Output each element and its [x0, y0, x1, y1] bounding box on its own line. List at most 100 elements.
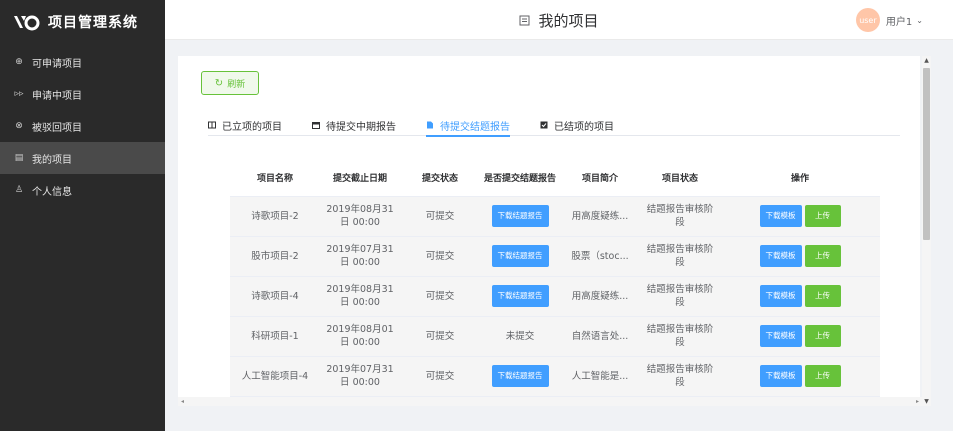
- report-cell: 下载结题报告: [480, 276, 560, 317]
- sidebar-item-my-projects[interactable]: ▤ 我的项目: [0, 142, 165, 174]
- actions-cell: 下载模板 上传: [720, 276, 880, 317]
- sidebar-item-label: 我的项目: [32, 154, 72, 166]
- deadline: 2019年08月31日 00:00: [320, 276, 400, 317]
- document-icon: ▤: [14, 153, 24, 163]
- sidebar-item-rejected-projects[interactable]: ⊗ 被驳回项目: [0, 110, 165, 142]
- download-template-button[interactable]: 下载模板: [759, 365, 802, 387]
- deadline: 2019年08月31日 00:00: [320, 196, 400, 237]
- project-name: 科研项目-1: [230, 316, 320, 357]
- table-row: 诗歌项目-4 2019年08月31日 00:00 可提交 下载结题报告 用高度疑…: [230, 276, 880, 317]
- deadline: 2019年07月31日 00:00: [320, 236, 400, 277]
- calendar-icon: [312, 122, 320, 129]
- report-cell: 下载结题报告: [480, 196, 560, 237]
- column-header: 是否提交结题报告: [480, 162, 560, 197]
- download-report-button[interactable]: 下载结题报告: [491, 205, 549, 227]
- tab-midterm-report[interactable]: 待提交中期报告: [312, 114, 396, 136]
- project-name: 股市项目-2: [230, 236, 320, 277]
- scroll-up-arrow-icon[interactable]: ▲: [922, 56, 931, 65]
- avatar: user: [855, 8, 880, 32]
- project-name: 诗歌项目-4: [230, 276, 320, 317]
- page-title-text: 我的项目: [538, 11, 599, 30]
- tab-completed-projects[interactable]: 已结项的项目: [540, 114, 614, 136]
- sidebar-item-label: 个人信息: [32, 186, 72, 198]
- column-header: 提交截止日期: [320, 162, 400, 197]
- scroll-down-arrow-icon[interactable]: ▼: [922, 397, 931, 406]
- project-state: 结题报告审核阶段: [640, 316, 720, 357]
- download-template-button[interactable]: 下载模板: [759, 325, 802, 347]
- fast-forward-icon: ▹▹: [14, 89, 24, 99]
- main-panel: ↻ 刷新 已立项的项目 待提交中期报告 待提交结题报告 已结项的项目 项目名称 …: [178, 56, 920, 406]
- table-row: 诗歌项目-2 2019年08月31日 00:00 可提交 下载结题报告 用高度疑…: [230, 196, 880, 237]
- intro-text: 股票（stoc...: [571, 250, 629, 262]
- tab-established-projects[interactable]: 已立项的项目: [208, 114, 282, 136]
- upload-button[interactable]: 上传: [804, 325, 841, 347]
- tab-label: 待提交结题报告: [440, 121, 510, 133]
- vertical-scrollbar[interactable]: ▲ ▼: [922, 56, 931, 406]
- intro-text: 人工智能是...: [571, 370, 629, 382]
- page-title: 我的项目: [165, 0, 953, 40]
- project-intro: 人工智能是...: [560, 356, 640, 397]
- project-state: 结题报告审核阶段: [640, 196, 720, 237]
- sidebar-menu: ⊕ 可申请项目 ▹▹ 申请中项目 ⊗ 被驳回项目 ▤ 我的项目 ♙ 个人信息: [0, 46, 165, 206]
- download-template-button[interactable]: 下载模板: [759, 205, 802, 227]
- upload-button[interactable]: 上传: [804, 365, 841, 387]
- plus-circle-icon: ⊕: [15, 57, 23, 67]
- sidebar-item-label: 申请中项目: [32, 90, 82, 102]
- chevron-down-icon: ⌄: [916, 15, 923, 25]
- sidebar-item-pending-projects[interactable]: ▹▹ 申请中项目: [0, 78, 165, 110]
- sidebar-item-label: 可申请项目: [32, 58, 82, 70]
- download-report-button[interactable]: 下载结题报告: [491, 245, 549, 267]
- actions-cell: 下载模板 上传: [720, 356, 880, 397]
- project-intro: 用高度疑练...: [560, 276, 640, 317]
- project-intro: 股票（stoc...: [560, 236, 640, 277]
- sidebar-item-personal-info[interactable]: ♙ 个人信息: [0, 174, 165, 206]
- submit-status: 可提交: [400, 196, 480, 237]
- deadline: 2019年07月31日 00:00: [320, 356, 400, 397]
- app-logo: 项目管理系统: [12, 12, 138, 32]
- actions-cell: 下载模板 上传: [720, 236, 880, 277]
- checkbox-icon: [540, 121, 548, 129]
- table-row: 人工智能项目-4 2019年07月31日 00:00 可提交 下载结题报告 人工…: [230, 356, 880, 397]
- download-report-button[interactable]: 下载结题报告: [491, 365, 549, 387]
- intro-text: 用高度疑练...: [571, 210, 629, 222]
- person-icon: ♙: [14, 185, 24, 195]
- tab-final-report[interactable]: 待提交结题报告: [426, 114, 510, 137]
- upload-button[interactable]: 上传: [804, 205, 841, 227]
- report-cell: 下载结题报告: [480, 356, 560, 397]
- refresh-label: 刷新: [227, 79, 246, 90]
- actions-cell: 下载模板 上传: [720, 316, 880, 357]
- scroll-right-arrow-icon[interactable]: ▸: [913, 397, 922, 406]
- app-title: 项目管理系统: [48, 15, 138, 31]
- scrollbar-thumb[interactable]: [923, 68, 930, 240]
- tab-label: 待提交中期报告: [326, 121, 396, 133]
- scroll-left-arrow-icon[interactable]: ◂: [178, 397, 187, 406]
- column-header: 提交状态: [400, 162, 480, 197]
- submit-status: 可提交: [400, 236, 480, 277]
- project-name: 诗歌项目-2: [230, 196, 320, 237]
- submit-status: 可提交: [400, 356, 480, 397]
- download-template-button[interactable]: 下载模板: [759, 245, 802, 267]
- sidebar-item-applicable-projects[interactable]: ⊕ 可申请项目: [0, 46, 165, 78]
- submit-status: 可提交: [400, 316, 480, 357]
- refresh-icon: ↻: [214, 77, 224, 89]
- deadline: 2019年08月01日 00:00: [320, 316, 400, 357]
- user-menu[interactable]: user 用户1 ⌄: [855, 8, 923, 32]
- upload-button[interactable]: 上传: [804, 245, 841, 267]
- column-header: 项目状态: [640, 162, 720, 197]
- user-name: 用户1: [885, 16, 913, 28]
- intro-text: 自然语言处...: [571, 330, 629, 342]
- column-header: 项目简介: [560, 162, 640, 197]
- column-header: 项目名称: [230, 162, 320, 197]
- submit-status: 可提交: [400, 276, 480, 317]
- project-state: 结题报告审核阶段: [640, 236, 720, 277]
- project-tabs: 已立项的项目 待提交中期报告 待提交结题报告 已结项的项目: [208, 114, 900, 137]
- upload-button[interactable]: 上传: [804, 285, 841, 307]
- table-row: 股市项目-2 2019年07月31日 00:00 可提交 下载结题报告 股票（s…: [230, 236, 880, 277]
- download-template-button[interactable]: 下载模板: [759, 285, 802, 307]
- report-cell: 下载结题报告: [480, 236, 560, 277]
- horizontal-scrollbar[interactable]: ◂ ▸: [178, 397, 922, 406]
- refresh-button[interactable]: ↻ 刷新: [201, 71, 259, 95]
- project-name: 人工智能项目-4: [230, 356, 320, 397]
- download-report-button[interactable]: 下载结题报告: [491, 285, 549, 307]
- column-header: 操作: [720, 162, 880, 197]
